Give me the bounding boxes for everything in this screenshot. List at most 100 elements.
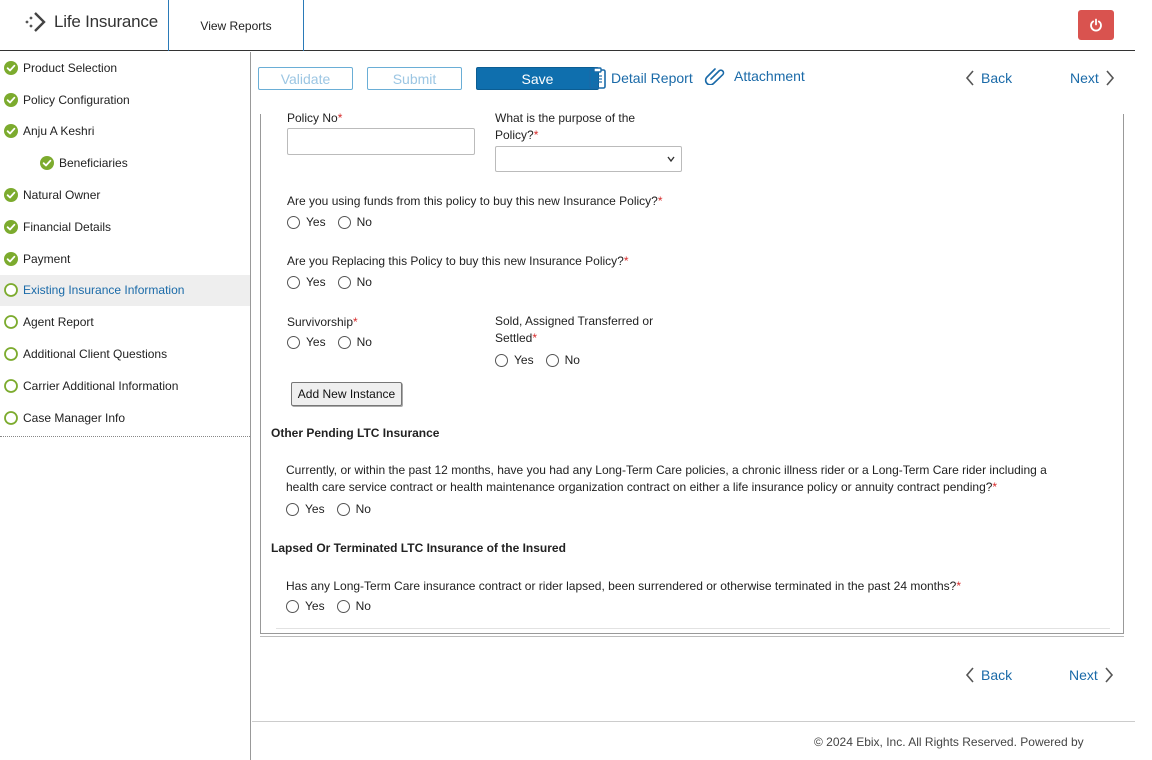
sidebar-item[interactable]: Additional Client Questions	[0, 338, 250, 370]
lapsed-no-radio[interactable]	[336, 599, 350, 613]
back-button-bottom[interactable]: Back	[965, 667, 1012, 683]
back-button-top[interactable]: Back	[965, 70, 1012, 86]
sold-label: Sold, Assigned Transferred or Settled*	[495, 314, 654, 345]
sidebar-item-label: Carrier Additional Information	[23, 378, 179, 393]
sold-no-radio[interactable]	[545, 353, 559, 367]
other-pending-no-radio[interactable]	[336, 502, 350, 516]
attachment-label: Attachment	[734, 68, 805, 84]
sidebar-item[interactable]: Policy Configuration	[0, 84, 250, 116]
sidebar-item[interactable]: Beneficiaries	[0, 147, 250, 179]
sidebar-item[interactable]: Anju A Keshri	[0, 116, 250, 148]
empty-circle-icon	[4, 347, 18, 361]
check-circle-icon	[4, 219, 18, 234]
sold-yes-radio[interactable]	[495, 353, 508, 367]
app-header: Life Insurance View Reports	[0, 0, 1135, 51]
sidebar-item[interactable]: Carrier Additional Information	[0, 370, 250, 402]
survivorship-yes-radio[interactable]	[287, 335, 300, 349]
no-label: No	[356, 215, 372, 229]
toolbar: Validate Submit Save Detail Report Attac…	[252, 52, 1135, 110]
yes-label: Yes	[306, 215, 326, 229]
no-label: No	[355, 599, 371, 613]
app-title: Life Insurance	[54, 12, 158, 31]
chevron-dots-logo-icon	[25, 12, 46, 32]
chevron-right-icon	[1106, 70, 1114, 86]
sidebar-item-label: Financial Details	[23, 219, 112, 234]
survivorship-no-radio[interactable]	[337, 335, 351, 349]
sidebar-item[interactable]: Product Selection	[0, 52, 250, 84]
purpose-label: What is the purpose of the Policy?*	[495, 111, 636, 142]
detail-report-link[interactable]: Detail Report	[588, 67, 693, 89]
other-pending-title: Other Pending LTC Insurance	[271, 426, 440, 440]
sidebar-item-label: Policy Configuration	[23, 92, 130, 107]
chevron-left-icon	[965, 70, 974, 86]
funds-question: Are you using funds from this policy to …	[287, 194, 663, 208]
funds-radio-group: Yes No	[287, 215, 384, 229]
no-label: No	[356, 335, 372, 349]
lapsed-radio-group: Yes No	[286, 599, 383, 613]
save-button[interactable]: Save	[476, 67, 599, 90]
purpose-select[interactable]	[495, 146, 682, 172]
sidebar-item[interactable]: Payment	[0, 243, 250, 275]
replacing-yes-radio[interactable]	[287, 275, 300, 289]
attachment-link[interactable]: Attachment	[704, 67, 805, 85]
next-button-top[interactable]: Next	[1070, 70, 1115, 86]
sidebar-item[interactable]: Case Manager Info	[0, 402, 250, 434]
check-circle-icon	[4, 60, 18, 75]
sidebar-item[interactable]: Existing Insurance Information	[0, 274, 250, 307]
sidebar-item-label: Anju A Keshri	[23, 124, 95, 139]
policy-no-input[interactable]	[287, 128, 475, 155]
no-label: No	[355, 502, 371, 516]
check-circle-icon	[4, 188, 18, 203]
sidebar-item-label: Agent Report	[23, 315, 94, 330]
empty-circle-icon	[4, 283, 18, 298]
survivorship-label: Survivorship*	[287, 315, 358, 329]
next-button-bottom[interactable]: Next	[1069, 667, 1114, 683]
yes-label: Yes	[305, 599, 325, 613]
yes-label: Yes	[306, 275, 326, 289]
divider	[276, 628, 1110, 629]
sidebar-item[interactable]: Financial Details	[0, 211, 250, 243]
yes-label: Yes	[305, 502, 325, 516]
sidebar-item-label: Existing Insurance Information	[23, 283, 185, 298]
footer-copyright: © 2024 Ebix, Inc. All Rights Reserved. P…	[814, 735, 1084, 749]
yes-label: Yes	[306, 335, 326, 349]
lapsed-question: Has any Long-Term Care insurance contrac…	[286, 579, 962, 593]
empty-circle-icon	[4, 410, 18, 425]
funds-yes-radio[interactable]	[287, 215, 300, 229]
check-circle-icon	[4, 251, 18, 266]
policy-no-label: Policy No*	[287, 111, 343, 125]
replacing-no-radio[interactable]	[337, 275, 351, 289]
sold-radio-group: Yes No	[495, 353, 592, 367]
clipboard-icon	[589, 67, 606, 89]
sidebar-nav: Product Selection Policy Configuration A…	[0, 52, 251, 760]
check-circle-icon	[4, 92, 18, 107]
app-logo[interactable]: Life Insurance	[24, 10, 158, 34]
submit-button[interactable]: Submit	[367, 67, 462, 90]
replacing-question: Are you Replacing this Policy to buy thi…	[287, 254, 629, 268]
add-new-instance-button[interactable]: Add New Instance	[291, 382, 402, 406]
validate-button[interactable]: Validate	[258, 67, 353, 90]
back-label: Back	[981, 667, 1013, 683]
lapsed-title: Lapsed Or Terminated LTC Insurance of th…	[271, 541, 566, 555]
view-reports-tab[interactable]: View Reports	[168, 0, 304, 51]
funds-no-radio[interactable]	[337, 215, 351, 229]
yes-label: Yes	[514, 353, 534, 367]
survivorship-radio-group: Yes No	[287, 335, 384, 349]
empty-circle-icon	[4, 315, 18, 330]
other-pending-yes-radio[interactable]	[286, 502, 299, 516]
sidebar-list: Product Selection Policy Configuration A…	[0, 52, 250, 437]
sidebar-item[interactable]: Natural Owner	[0, 179, 250, 211]
power-button[interactable]	[1078, 10, 1114, 40]
detail-report-label: Detail Report	[611, 70, 693, 86]
sidebar-item-label: Product Selection	[23, 60, 118, 75]
sidebar-item-label: Payment	[23, 251, 71, 266]
check-circle-icon	[4, 124, 18, 139]
next-label: Next	[1069, 667, 1098, 683]
lapsed-yes-radio[interactable]	[286, 599, 299, 613]
next-label: Next	[1070, 70, 1099, 86]
sidebar-item[interactable]: Agent Report	[0, 306, 250, 338]
sidebar-item-label: Natural Owner	[23, 188, 101, 203]
sidebar-item-label: Case Manager Info	[23, 410, 126, 425]
back-label: Back	[981, 70, 1013, 86]
divider	[260, 636, 1124, 637]
